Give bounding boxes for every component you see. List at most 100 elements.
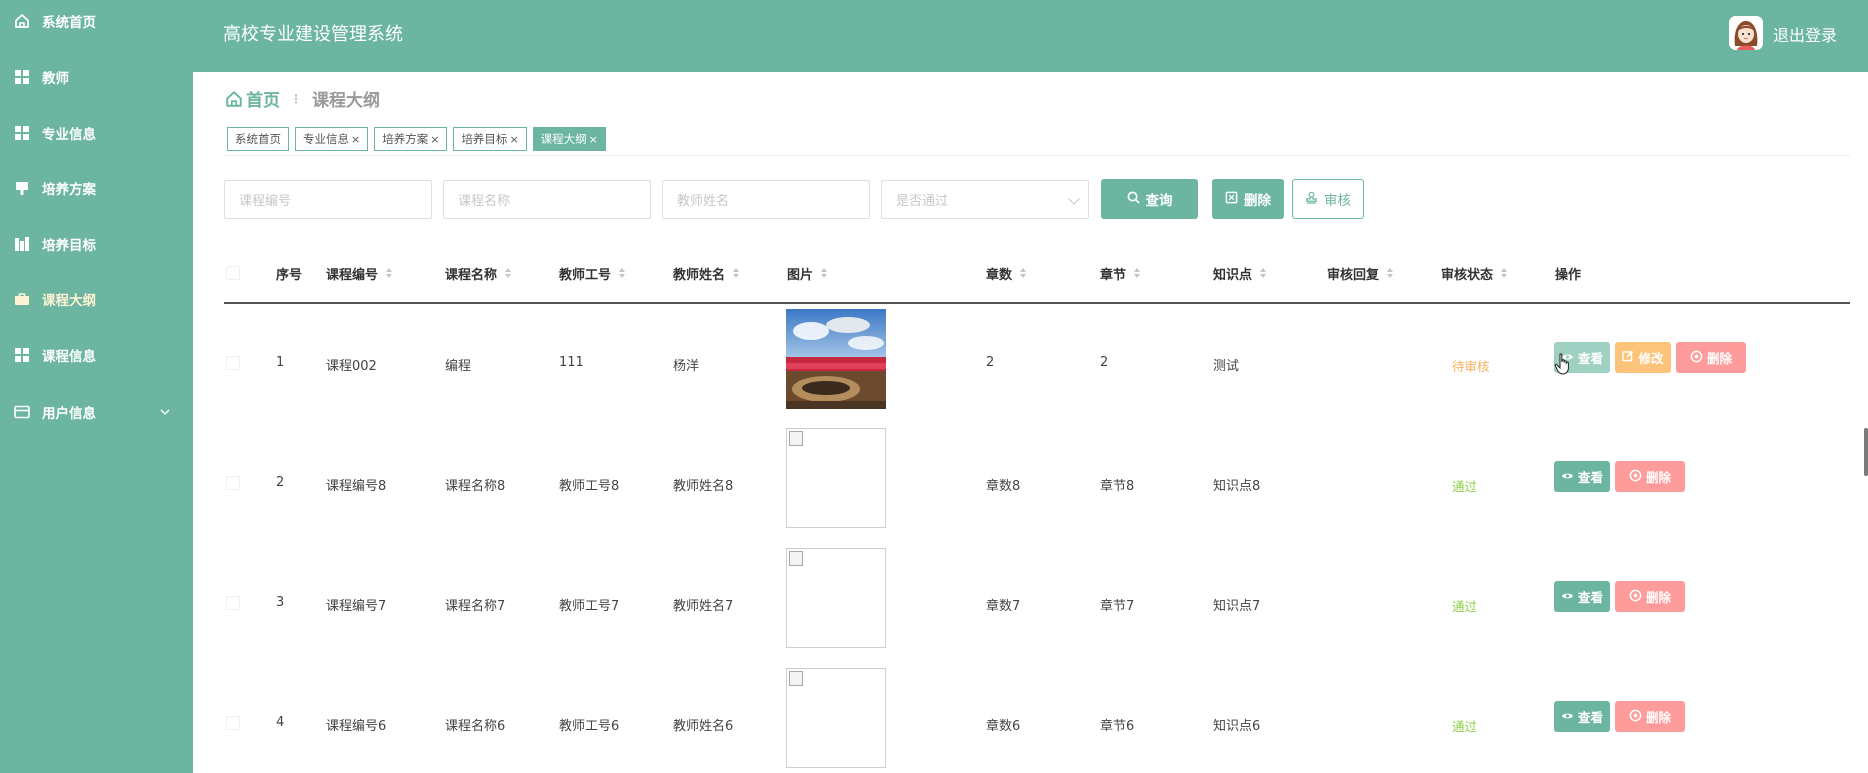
cell-course-code: 课程编号8	[326, 479, 387, 494]
breadcrumb-home-label: 首页	[246, 91, 280, 111]
column-header-teacher-name[interactable]: 教师姓名	[673, 264, 740, 283]
column-header-label: 图片	[787, 268, 814, 283]
column-header-chapters[interactable]: 章数	[986, 264, 1027, 283]
delete-button[interactable]: 删除	[1676, 342, 1746, 373]
tag-major-info[interactable]: 专业信息 ×	[295, 127, 369, 151]
course-code-input[interactable]: 课程编号	[224, 180, 432, 219]
edit-button[interactable]: 修改	[1615, 342, 1671, 373]
avatar[interactable]	[1729, 16, 1763, 50]
sort-icon[interactable]	[733, 268, 740, 279]
cell-knowledge: 知识点8	[1213, 479, 1261, 494]
column-header-reply[interactable]: 审核回复	[1327, 264, 1394, 283]
logout-button[interactable]: 退出登录	[1773, 22, 1837, 46]
breadcrumb-home[interactable]: 首页	[225, 86, 280, 111]
cell-index: 4	[276, 715, 285, 730]
cell-section: 章节6	[1100, 719, 1135, 734]
review-button[interactable]: 审核	[1292, 179, 1364, 219]
cell-index: 3	[276, 595, 285, 610]
card-icon	[14, 404, 30, 420]
sidebar-item-home[interactable]: 系统首页	[0, 3, 193, 39]
course-image[interactable]	[786, 309, 886, 409]
teacher-name-input[interactable]: 教师姓名	[662, 180, 870, 219]
sort-icon[interactable]	[619, 268, 626, 279]
cell-section: 章节7	[1100, 599, 1135, 614]
view-button[interactable]: 查看	[1554, 461, 1610, 492]
top-header: 高校专业建设管理系统 退出登录	[193, 0, 1868, 72]
tag-training-goal[interactable]: 培养目标 ×	[453, 127, 527, 151]
sort-icon[interactable]	[505, 268, 512, 279]
sidebar-item-training-goal[interactable]: 培养目标	[0, 226, 193, 262]
briefcase-icon	[14, 291, 30, 307]
column-header-label: 章数	[986, 268, 1013, 283]
sort-icon[interactable]	[1501, 268, 1508, 279]
sort-icon[interactable]	[821, 268, 828, 279]
tag-home[interactable]: 系统首页	[227, 127, 289, 151]
view-button[interactable]: 查看	[1554, 581, 1610, 612]
row-checkbox[interactable]	[226, 716, 240, 730]
sort-icon[interactable]	[1134, 268, 1141, 279]
divider	[224, 155, 1850, 156]
close-icon[interactable]: ×	[351, 133, 360, 146]
view-label: 查看	[1577, 590, 1603, 605]
cell-chapters: 章数8	[986, 479, 1021, 494]
column-header-section[interactable]: 章节	[1100, 264, 1141, 283]
delete-icon	[1629, 469, 1642, 485]
course-image[interactable]	[786, 668, 886, 768]
passed-select[interactable]: 是否通过	[881, 180, 1089, 219]
review-label: 审核	[1324, 193, 1351, 209]
course-image[interactable]	[786, 548, 886, 648]
view-button[interactable]: 查看	[1554, 701, 1610, 732]
chevron-down-icon[interactable]	[157, 404, 173, 420]
teacher-name-placeholder: 教师姓名	[677, 194, 730, 209]
home-icon	[226, 90, 242, 107]
delete-button[interactable]: 删除	[1615, 581, 1685, 612]
cell-course-code: 课程002	[326, 359, 377, 374]
sort-icon[interactable]	[386, 268, 393, 279]
column-header-teacher-no[interactable]: 教师工号	[559, 264, 626, 283]
column-header-image[interactable]: 图片	[787, 264, 828, 283]
sort-icon[interactable]	[1260, 268, 1267, 279]
scrollbar[interactable]	[1864, 428, 1868, 476]
view-label: 查看	[1577, 351, 1603, 366]
query-button[interactable]: 查询	[1101, 179, 1198, 219]
row-checkbox[interactable]	[226, 596, 240, 610]
delete-button[interactable]: 删除	[1615, 701, 1685, 732]
delete-label: 删除	[1645, 710, 1671, 725]
sort-icon[interactable]	[1020, 268, 1027, 279]
column-header-course-name[interactable]: 课程名称	[445, 264, 512, 283]
sidebar-item-course-outline[interactable]: 课程大纲	[0, 281, 193, 317]
column-header-label: 序号	[276, 268, 303, 283]
tag-training-plan[interactable]: 培养方案 ×	[374, 127, 448, 151]
sidebar-item-user-info[interactable]: 用户信息	[0, 394, 193, 430]
course-name-input[interactable]: 课程名称	[443, 180, 651, 219]
row-checkbox[interactable]	[226, 476, 240, 490]
tag-course-outline[interactable]: 课程大纲 ×	[532, 127, 606, 151]
cell-chapters: 章数6	[986, 719, 1021, 734]
view-label: 查看	[1577, 710, 1603, 725]
close-icon[interactable]: ×	[509, 133, 518, 146]
row-checkbox[interactable]	[226, 356, 240, 370]
sidebar-item-major-info[interactable]: 专业信息	[0, 115, 193, 151]
cell-teacher-no: 教师工号8	[559, 479, 620, 494]
edit-label: 修改	[1638, 351, 1664, 366]
sort-icon[interactable]	[1387, 268, 1394, 279]
column-header-course-code[interactable]: 课程编号	[326, 264, 393, 283]
delete-button[interactable]: 删除	[1615, 461, 1685, 492]
column-header-label: 知识点	[1213, 268, 1253, 283]
sidebar-item-label: 课程大纲	[42, 293, 96, 309]
sidebar-item-training-plan[interactable]: 培养方案	[0, 170, 193, 206]
close-icon[interactable]: ×	[589, 133, 598, 146]
batch-delete-button[interactable]: 删除	[1212, 179, 1284, 219]
sidebar-item-teacher[interactable]: 教师	[0, 59, 193, 95]
column-header-status[interactable]: 审核状态	[1441, 264, 1508, 283]
delete-icon	[1629, 709, 1642, 725]
column-header-index: 序号	[276, 264, 302, 283]
select-all-checkbox[interactable]	[226, 266, 240, 280]
course-image[interactable]	[786, 428, 886, 528]
cell-teacher-name: 教师姓名7	[673, 599, 734, 614]
delete-label: 删除	[1645, 590, 1671, 605]
sidebar-item-course-info[interactable]: 课程信息	[0, 337, 193, 373]
column-header-knowledge[interactable]: 知识点	[1213, 264, 1267, 283]
sidebar-item-label: 课程信息	[42, 349, 96, 365]
close-icon[interactable]: ×	[430, 133, 439, 146]
